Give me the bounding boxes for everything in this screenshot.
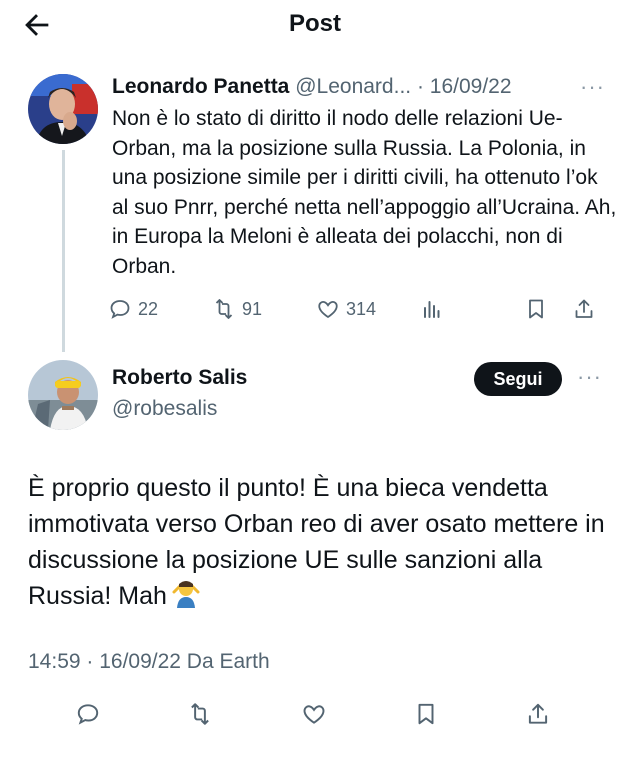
reply-button[interactable] (70, 696, 106, 732)
post-text: Non è lo stato di diritto il nodo delle … (112, 107, 617, 278)
bookmark-button[interactable] (524, 292, 548, 326)
bookmark-button[interactable] (408, 696, 444, 732)
repost-count: 91 (242, 298, 263, 319)
reply-icon (110, 300, 130, 319)
bookmark-icon (529, 299, 543, 319)
reply-text-body: È proprio questo il punto! È una bieca v… (28, 474, 605, 610)
author-name[interactable]: Leonardo Panetta (112, 75, 289, 98)
follow-button[interactable]: Segui (474, 362, 562, 396)
views-button[interactable] (420, 292, 444, 326)
like-count: 314 (346, 298, 377, 319)
share-icon (575, 299, 593, 318)
reply-button[interactable]: 22 (108, 292, 158, 326)
like-icon (318, 301, 338, 319)
like-button[interactable]: 314 (316, 292, 376, 326)
reply-count: 22 (138, 298, 159, 319)
avatar-roberto-salis[interactable] (28, 360, 98, 430)
author-handle[interactable]: @Leonard... (295, 75, 411, 98)
more-options-icon[interactable]: ··· (580, 74, 605, 100)
like-button[interactable] (296, 696, 332, 732)
bookmark-icon (418, 703, 434, 725)
reply-text: È proprio questo il punto! È una bieca v… (28, 470, 613, 618)
page-title: Post (288, 10, 341, 37)
post-metadata: 14:59 · 16/09/22 Da Earth (28, 650, 270, 673)
top-bar: Post (0, 0, 630, 50)
avatar-leonardo-panetta[interactable] (28, 74, 98, 144)
repost-icon (215, 299, 233, 319)
share-button[interactable] (520, 696, 556, 732)
post-date[interactable]: 16/09/22 (430, 75, 512, 98)
views-icon (424, 301, 440, 318)
share-icon (528, 703, 548, 724)
share-button[interactable] (572, 292, 596, 326)
shrug-emoji-icon (171, 578, 201, 618)
thread-line (62, 150, 65, 352)
more-options-icon[interactable]: ··· (577, 364, 602, 390)
post-header: Leonardo Panetta @Leonard... · 16/09/22 (112, 75, 512, 99)
reply-icon (77, 704, 99, 725)
repost-icon (191, 703, 209, 725)
detail-actions (0, 696, 630, 734)
repost-button[interactable]: 91 (212, 292, 262, 326)
like-icon (303, 705, 325, 724)
post-actions: 22 91 314 (108, 292, 608, 326)
repost-button[interactable] (182, 696, 218, 732)
reply-author-name[interactable]: Roberto Salis (112, 366, 247, 390)
reply-author-handle[interactable]: @robesalis (112, 397, 217, 421)
separator: · (416, 75, 424, 98)
